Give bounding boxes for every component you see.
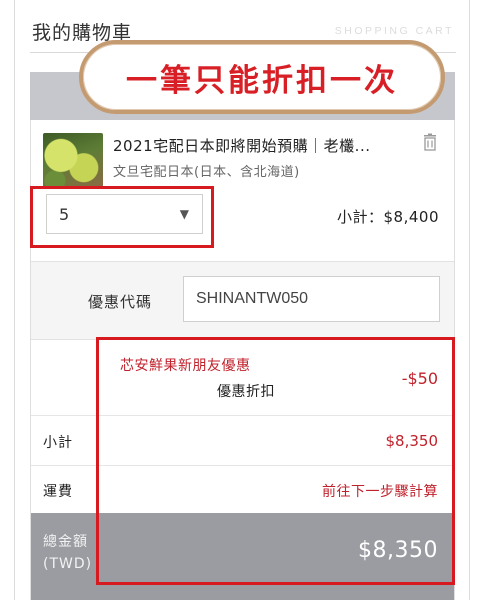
- annotation-text: 一筆只能折扣一次: [126, 62, 398, 99]
- subtotal-label: 小計: [43, 435, 73, 451]
- coupon-input[interactable]: SHINANTW050: [183, 276, 440, 322]
- quantity-highlight-box: [30, 186, 214, 248]
- shipping-label: 運費: [43, 484, 73, 500]
- product-thumbnail[interactable]: [43, 133, 103, 189]
- discount-highlight-box: [96, 337, 455, 585]
- page-subtitle-en: SHOPPING CART: [334, 25, 454, 37]
- trash-icon[interactable]: [421, 133, 439, 151]
- annotation-callout: 一筆只能折扣一次: [79, 40, 445, 114]
- item-subtotal: 小計：$8,400: [337, 208, 439, 226]
- product-name[interactable]: 2021宅配日本即將開始預購｜老欉...: [113, 135, 413, 156]
- product-variant: 文旦宅配日本(日本、含北海道): [113, 165, 300, 180]
- coupon-label: 優惠代碼: [88, 293, 153, 311]
- total-label-line2: (TWD): [43, 556, 93, 572]
- total-label-line1: 總金額: [43, 534, 88, 550]
- total-label: 總金額 (TWD): [43, 531, 92, 575]
